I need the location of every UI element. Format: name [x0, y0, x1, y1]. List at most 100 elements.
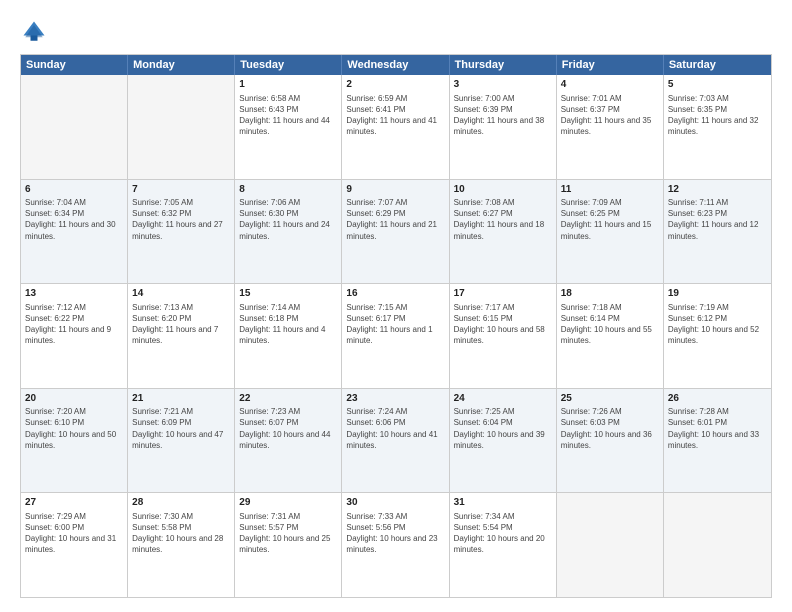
day-cell-17: 17Sunrise: 7:17 AMSunset: 6:15 PMDayligh… [450, 284, 557, 388]
day-cell-21: 21Sunrise: 7:21 AMSunset: 6:09 PMDayligh… [128, 389, 235, 493]
empty-cell [21, 75, 128, 179]
logo-icon [20, 18, 48, 46]
day-number: 15 [239, 287, 337, 301]
day-cell-23: 23Sunrise: 7:24 AMSunset: 6:06 PMDayligh… [342, 389, 449, 493]
calendar-row: 13Sunrise: 7:12 AMSunset: 6:22 PMDayligh… [21, 283, 771, 388]
day-cell-12: 12Sunrise: 7:11 AMSunset: 6:23 PMDayligh… [664, 180, 771, 284]
day-number: 16 [346, 287, 444, 301]
empty-cell [664, 493, 771, 597]
day-cell-16: 16Sunrise: 7:15 AMSunset: 6:17 PMDayligh… [342, 284, 449, 388]
header-cell-saturday: Saturday [664, 55, 771, 75]
day-cell-9: 9Sunrise: 7:07 AMSunset: 6:29 PMDaylight… [342, 180, 449, 284]
day-cell-5: 5Sunrise: 7:03 AMSunset: 6:35 PMDaylight… [664, 75, 771, 179]
calendar-row: 27Sunrise: 7:29 AMSunset: 6:00 PMDayligh… [21, 492, 771, 597]
day-number: 27 [25, 496, 123, 510]
day-info: Sunrise: 7:33 AMSunset: 5:56 PMDaylight:… [346, 511, 444, 556]
day-info: Sunrise: 7:19 AMSunset: 6:12 PMDaylight:… [668, 302, 767, 347]
day-number: 25 [561, 392, 659, 406]
day-number: 24 [454, 392, 552, 406]
day-number: 4 [561, 78, 659, 92]
header [20, 18, 772, 46]
day-cell-2: 2Sunrise: 6:59 AMSunset: 6:41 PMDaylight… [342, 75, 449, 179]
day-number: 11 [561, 183, 659, 197]
day-number: 8 [239, 183, 337, 197]
day-cell-24: 24Sunrise: 7:25 AMSunset: 6:04 PMDayligh… [450, 389, 557, 493]
day-cell-7: 7Sunrise: 7:05 AMSunset: 6:32 PMDaylight… [128, 180, 235, 284]
day-cell-22: 22Sunrise: 7:23 AMSunset: 6:07 PMDayligh… [235, 389, 342, 493]
logo [20, 18, 52, 46]
day-info: Sunrise: 7:26 AMSunset: 6:03 PMDaylight:… [561, 406, 659, 451]
day-cell-11: 11Sunrise: 7:09 AMSunset: 6:25 PMDayligh… [557, 180, 664, 284]
day-cell-13: 13Sunrise: 7:12 AMSunset: 6:22 PMDayligh… [21, 284, 128, 388]
day-info: Sunrise: 7:20 AMSunset: 6:10 PMDaylight:… [25, 406, 123, 451]
header-cell-sunday: Sunday [21, 55, 128, 75]
page: SundayMondayTuesdayWednesdayThursdayFrid… [0, 0, 792, 612]
day-info: Sunrise: 7:17 AMSunset: 6:15 PMDaylight:… [454, 302, 552, 347]
day-info: Sunrise: 7:13 AMSunset: 6:20 PMDaylight:… [132, 302, 230, 347]
day-info: Sunrise: 7:14 AMSunset: 6:18 PMDaylight:… [239, 302, 337, 347]
day-cell-20: 20Sunrise: 7:20 AMSunset: 6:10 PMDayligh… [21, 389, 128, 493]
day-info: Sunrise: 7:23 AMSunset: 6:07 PMDaylight:… [239, 406, 337, 451]
day-info: Sunrise: 7:12 AMSunset: 6:22 PMDaylight:… [25, 302, 123, 347]
day-number: 9 [346, 183, 444, 197]
header-cell-thursday: Thursday [450, 55, 557, 75]
day-cell-8: 8Sunrise: 7:06 AMSunset: 6:30 PMDaylight… [235, 180, 342, 284]
day-number: 2 [346, 78, 444, 92]
day-number: 18 [561, 287, 659, 301]
header-cell-wednesday: Wednesday [342, 55, 449, 75]
day-info: Sunrise: 7:07 AMSunset: 6:29 PMDaylight:… [346, 197, 444, 242]
day-cell-10: 10Sunrise: 7:08 AMSunset: 6:27 PMDayligh… [450, 180, 557, 284]
day-cell-14: 14Sunrise: 7:13 AMSunset: 6:20 PMDayligh… [128, 284, 235, 388]
day-cell-15: 15Sunrise: 7:14 AMSunset: 6:18 PMDayligh… [235, 284, 342, 388]
day-number: 3 [454, 78, 552, 92]
day-info: Sunrise: 7:09 AMSunset: 6:25 PMDaylight:… [561, 197, 659, 242]
header-cell-monday: Monday [128, 55, 235, 75]
calendar-header: SundayMondayTuesdayWednesdayThursdayFrid… [21, 55, 771, 75]
calendar-row: 20Sunrise: 7:20 AMSunset: 6:10 PMDayligh… [21, 388, 771, 493]
day-info: Sunrise: 7:00 AMSunset: 6:39 PMDaylight:… [454, 93, 552, 138]
day-number: 21 [132, 392, 230, 406]
day-number: 1 [239, 78, 337, 92]
day-cell-6: 6Sunrise: 7:04 AMSunset: 6:34 PMDaylight… [21, 180, 128, 284]
day-info: Sunrise: 7:15 AMSunset: 6:17 PMDaylight:… [346, 302, 444, 347]
day-cell-25: 25Sunrise: 7:26 AMSunset: 6:03 PMDayligh… [557, 389, 664, 493]
day-info: Sunrise: 7:25 AMSunset: 6:04 PMDaylight:… [454, 406, 552, 451]
day-number: 5 [668, 78, 767, 92]
day-info: Sunrise: 7:06 AMSunset: 6:30 PMDaylight:… [239, 197, 337, 242]
day-info: Sunrise: 7:21 AMSunset: 6:09 PMDaylight:… [132, 406, 230, 451]
day-number: 12 [668, 183, 767, 197]
day-cell-18: 18Sunrise: 7:18 AMSunset: 6:14 PMDayligh… [557, 284, 664, 388]
day-number: 31 [454, 496, 552, 510]
day-number: 19 [668, 287, 767, 301]
day-cell-19: 19Sunrise: 7:19 AMSunset: 6:12 PMDayligh… [664, 284, 771, 388]
day-number: 6 [25, 183, 123, 197]
day-cell-27: 27Sunrise: 7:29 AMSunset: 6:00 PMDayligh… [21, 493, 128, 597]
day-number: 30 [346, 496, 444, 510]
day-number: 14 [132, 287, 230, 301]
day-info: Sunrise: 6:59 AMSunset: 6:41 PMDaylight:… [346, 93, 444, 138]
calendar-row: 6Sunrise: 7:04 AMSunset: 6:34 PMDaylight… [21, 179, 771, 284]
day-info: Sunrise: 7:04 AMSunset: 6:34 PMDaylight:… [25, 197, 123, 242]
calendar-row: 1Sunrise: 6:58 AMSunset: 6:43 PMDaylight… [21, 75, 771, 179]
day-info: Sunrise: 7:01 AMSunset: 6:37 PMDaylight:… [561, 93, 659, 138]
day-cell-3: 3Sunrise: 7:00 AMSunset: 6:39 PMDaylight… [450, 75, 557, 179]
day-info: Sunrise: 7:11 AMSunset: 6:23 PMDaylight:… [668, 197, 767, 242]
day-number: 23 [346, 392, 444, 406]
day-info: Sunrise: 7:29 AMSunset: 6:00 PMDaylight:… [25, 511, 123, 556]
day-info: Sunrise: 7:03 AMSunset: 6:35 PMDaylight:… [668, 93, 767, 138]
day-number: 22 [239, 392, 337, 406]
day-info: Sunrise: 7:08 AMSunset: 6:27 PMDaylight:… [454, 197, 552, 242]
day-number: 17 [454, 287, 552, 301]
day-info: Sunrise: 7:24 AMSunset: 6:06 PMDaylight:… [346, 406, 444, 451]
day-cell-30: 30Sunrise: 7:33 AMSunset: 5:56 PMDayligh… [342, 493, 449, 597]
header-cell-tuesday: Tuesday [235, 55, 342, 75]
day-cell-31: 31Sunrise: 7:34 AMSunset: 5:54 PMDayligh… [450, 493, 557, 597]
day-cell-4: 4Sunrise: 7:01 AMSunset: 6:37 PMDaylight… [557, 75, 664, 179]
day-info: Sunrise: 6:58 AMSunset: 6:43 PMDaylight:… [239, 93, 337, 138]
day-number: 26 [668, 392, 767, 406]
day-info: Sunrise: 7:28 AMSunset: 6:01 PMDaylight:… [668, 406, 767, 451]
calendar: SundayMondayTuesdayWednesdayThursdayFrid… [20, 54, 772, 598]
day-number: 7 [132, 183, 230, 197]
empty-cell [557, 493, 664, 597]
day-number: 29 [239, 496, 337, 510]
